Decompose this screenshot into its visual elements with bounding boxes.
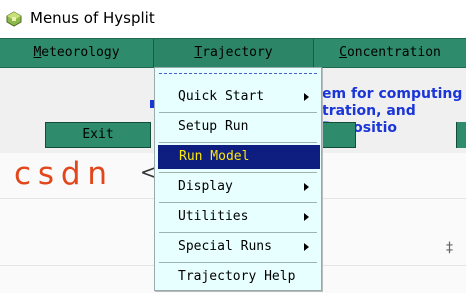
menu-separator (159, 202, 317, 203)
menu-separator (159, 232, 317, 233)
menu-item-label: Special Runs (178, 239, 272, 254)
menu-item-display[interactable]: Display (157, 175, 319, 199)
panel-button-partial[interactable] (322, 122, 356, 148)
menu-item-utilities[interactable]: Utilities (157, 205, 319, 229)
csdn-logo: csdn (14, 153, 114, 201)
menu-concentration-label: oncentration (346, 45, 441, 60)
menu-separator (159, 112, 317, 113)
menu-separator (159, 262, 317, 263)
menu-item-label: Display (178, 179, 233, 194)
window-title: Menus of Hysplit (30, 9, 155, 27)
submenu-arrow-icon (304, 243, 309, 251)
menu-item-label: Run Model (179, 149, 250, 164)
menu-bar: Meteorology Trajectory Concentration (0, 38, 466, 68)
menu-item-special-runs[interactable]: Special Runs (157, 235, 319, 259)
svg-text:csdn: csdn (14, 156, 108, 192)
menu-item-label: Setup Run (178, 119, 249, 134)
tearoff-line[interactable] (159, 73, 317, 74)
submenu-arrow-icon (304, 93, 309, 101)
menu-item-run-model[interactable]: Run Model (158, 145, 320, 169)
panel-button-edge[interactable] (456, 122, 466, 148)
menu-separator (159, 172, 317, 173)
csdn-logo-mark: csdn (14, 156, 108, 192)
menu-meteorology-label: eteorology (41, 45, 120, 60)
submenu-arrow-icon (304, 213, 309, 221)
menu-concentration[interactable]: Concentration (314, 39, 466, 67)
menu-item-trajectory-help[interactable]: Trajectory Help (157, 265, 319, 289)
menu-item-setup-run[interactable]: Setup Run (157, 115, 319, 139)
menu-item-label: Utilities (178, 209, 249, 224)
menu-trajectory[interactable]: Trajectory (154, 39, 314, 67)
menu-meteorology[interactable]: Meteorology (0, 39, 154, 67)
menu-item-quick-start[interactable]: Quick Start (157, 85, 319, 109)
menu-item-label: Trajectory Help (178, 269, 296, 284)
menu-trajectory-mnemonic: T (194, 45, 203, 60)
trajectory-dropdown-menu: Quick Start Setup Run Run Model Display … (154, 67, 322, 291)
menu-separator (159, 142, 317, 143)
menu-trajectory-label: rajectory (202, 45, 273, 60)
hysplit-app-icon (6, 11, 22, 27)
menu-item-label: Quick Start (178, 89, 265, 104)
exit-button[interactable]: Exit (45, 122, 151, 148)
title-bar: Menus of Hysplit (0, 0, 466, 38)
description-line-1: em for computing (322, 86, 463, 102)
side-mark: ‡ (446, 240, 453, 256)
submenu-arrow-icon (304, 183, 309, 191)
menu-concentration-mnemonic: C (339, 45, 347, 60)
